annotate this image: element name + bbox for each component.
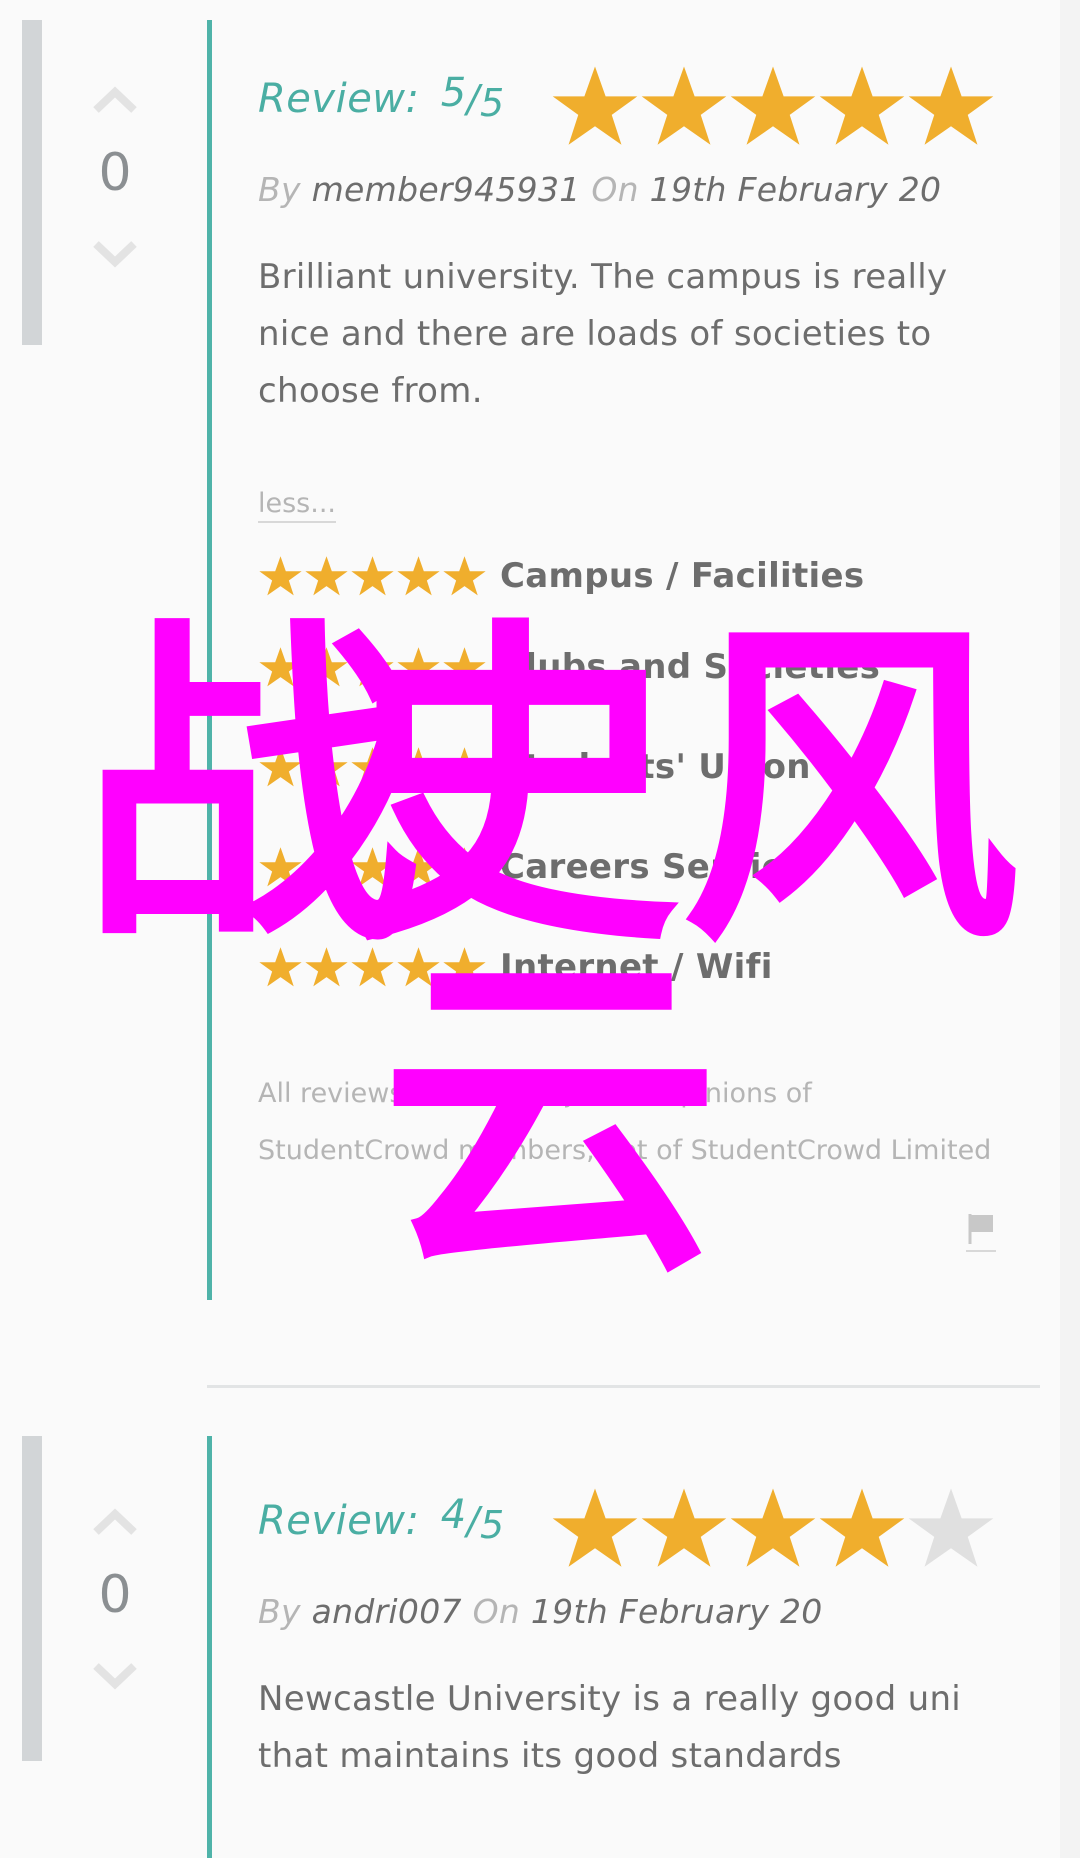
vote-column: 0 bbox=[80, 1502, 150, 1696]
review-card: 0 Review: 4/5 By andri007 On 19th Februa… bbox=[0, 1430, 1060, 1858]
upvote-chevron-up-icon[interactable] bbox=[90, 1502, 140, 1542]
star-filled-icon bbox=[259, 555, 302, 595]
star-filled-icon bbox=[443, 555, 486, 595]
star-filled-icon bbox=[397, 555, 440, 595]
on-label: On bbox=[591, 170, 639, 209]
review-divider bbox=[207, 1385, 1040, 1388]
star-filled-icon bbox=[305, 555, 348, 595]
review-label-text: Review: bbox=[258, 1498, 420, 1544]
page-edge bbox=[1060, 0, 1080, 1858]
star-filled-icon bbox=[305, 846, 348, 886]
star-filled-icon bbox=[397, 746, 440, 786]
review-content: Review: 4/5 By andri007 On 19th February… bbox=[258, 1480, 1038, 1785]
vote-bar bbox=[22, 20, 42, 345]
review-author: member945931 bbox=[311, 170, 581, 209]
review-content: Review: 5/5 By member945931 On 19th Febr… bbox=[258, 58, 1038, 1179]
downvote-chevron-down-icon[interactable] bbox=[90, 234, 140, 274]
review-author: andri007 bbox=[311, 1592, 462, 1631]
report-flag-icon[interactable] bbox=[966, 1210, 996, 1252]
accent-line bbox=[207, 20, 212, 1300]
star-filled-icon bbox=[443, 846, 486, 886]
review-score-label: Review: 5/5 bbox=[258, 70, 505, 125]
star-filled-icon bbox=[443, 746, 486, 786]
category-row: Campus / Facilities bbox=[258, 535, 1038, 617]
category-label: Clubs and Societies bbox=[500, 647, 881, 687]
star-filled-icon bbox=[351, 555, 394, 595]
category-row: Clubs and Societies bbox=[258, 617, 1038, 717]
review-disclaimer: All reviews are the subjective opinions … bbox=[258, 1078, 992, 1166]
star-filled-icon bbox=[730, 1488, 816, 1567]
review-score: 5 bbox=[440, 70, 467, 116]
star-filled-icon bbox=[443, 946, 486, 986]
review-score-slash: / bbox=[466, 1499, 480, 1543]
category-stars bbox=[258, 645, 488, 690]
category-label: Students' Union bbox=[500, 747, 811, 787]
review-byline: By andri007 On 19th February 20 bbox=[258, 1592, 1038, 1631]
review-card: 0 Review: 5/5 By member945931 On 19th Fe… bbox=[0, 0, 1060, 1300]
star-filled-icon bbox=[397, 846, 440, 886]
category-row: Careers Service bbox=[258, 817, 1038, 917]
star-filled-icon bbox=[819, 66, 905, 145]
vote-bar bbox=[22, 1436, 42, 1761]
downvote-chevron-down-icon[interactable] bbox=[90, 1656, 140, 1696]
review-score-label: Review: 4/5 bbox=[258, 1492, 505, 1547]
upvote-chevron-up-icon[interactable] bbox=[90, 80, 140, 120]
review-score-slash: / bbox=[466, 77, 480, 121]
star-filled-icon bbox=[259, 746, 302, 786]
star-filled-icon bbox=[641, 1488, 727, 1567]
star-filled-icon bbox=[552, 66, 638, 145]
accent-line bbox=[207, 1436, 212, 1858]
vote-column: 0 bbox=[80, 80, 150, 274]
less-link[interactable]: less... bbox=[258, 488, 336, 523]
by-label: By bbox=[258, 170, 301, 209]
star-filled-icon bbox=[305, 946, 348, 986]
star-empty-icon bbox=[908, 1488, 994, 1567]
star-filled-icon bbox=[397, 946, 440, 986]
by-label: By bbox=[258, 1592, 301, 1631]
category-ratings: Campus / Facilities Clubs and Societies … bbox=[258, 535, 1038, 1017]
overall-rating-stars bbox=[550, 1484, 995, 1574]
category-stars bbox=[258, 845, 488, 890]
star-filled-icon bbox=[351, 946, 394, 986]
category-stars bbox=[258, 945, 488, 990]
category-stars bbox=[258, 554, 488, 599]
review-header: Review: 5/5 bbox=[258, 58, 1038, 158]
star-filled-icon bbox=[259, 646, 302, 686]
on-label: On bbox=[472, 1592, 521, 1631]
vote-count: 0 bbox=[98, 143, 132, 203]
review-text: Newcastle University is a really good un… bbox=[258, 1679, 962, 1776]
star-filled-icon bbox=[305, 746, 348, 786]
star-filled-icon bbox=[552, 1488, 638, 1567]
review-score: 4 bbox=[440, 1492, 467, 1538]
review-label-text: Review: bbox=[258, 76, 420, 122]
category-label: Campus / Facilities bbox=[500, 556, 865, 596]
star-filled-icon bbox=[259, 846, 302, 886]
star-filled-icon bbox=[908, 66, 994, 145]
vote-count: 0 bbox=[98, 1565, 132, 1625]
category-label: Careers Service bbox=[500, 847, 806, 887]
review-score-max: 5 bbox=[479, 81, 505, 125]
star-filled-icon bbox=[305, 646, 348, 686]
star-filled-icon bbox=[259, 946, 302, 986]
category-label: Internet / Wifi bbox=[500, 947, 773, 987]
review-score-max: 5 bbox=[479, 1503, 505, 1547]
review-byline: By member945931 On 19th February 20 bbox=[258, 170, 1038, 209]
star-filled-icon bbox=[641, 66, 727, 145]
star-filled-icon bbox=[443, 646, 486, 686]
star-filled-icon bbox=[351, 646, 394, 686]
star-filled-icon bbox=[819, 1488, 905, 1567]
review-text: Brilliant university. The campus is real… bbox=[258, 257, 948, 411]
overall-rating-stars bbox=[550, 62, 995, 152]
star-filled-icon bbox=[351, 846, 394, 886]
review-header: Review: 4/5 bbox=[258, 1480, 1038, 1580]
star-filled-icon bbox=[351, 746, 394, 786]
category-row: Students' Union bbox=[258, 717, 1038, 817]
category-row: Internet / Wifi bbox=[258, 917, 1038, 1017]
review-date: 19th February 20 bbox=[530, 1592, 823, 1631]
category-stars bbox=[258, 745, 488, 790]
star-filled-icon bbox=[730, 66, 816, 145]
review-date: 19th February 20 bbox=[649, 170, 942, 209]
star-filled-icon bbox=[397, 646, 440, 686]
